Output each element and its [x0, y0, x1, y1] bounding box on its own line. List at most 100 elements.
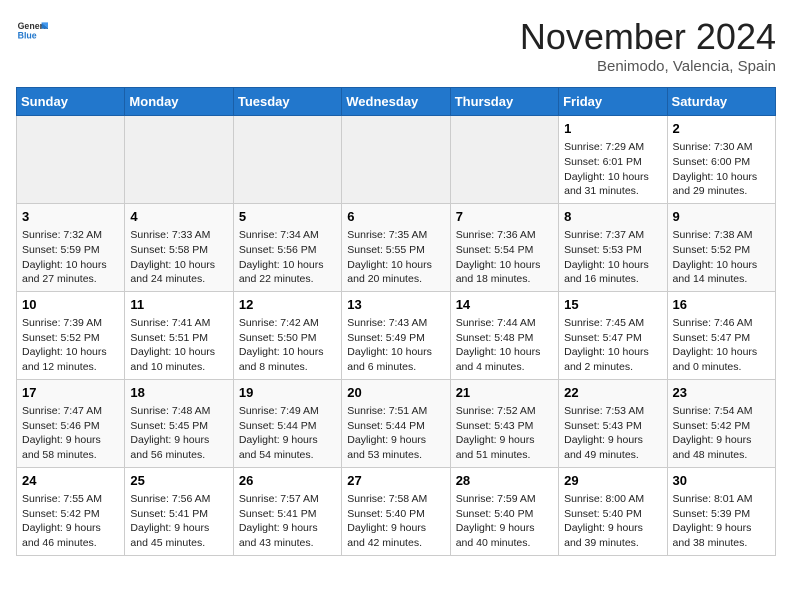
- day-info: Sunrise: 7:29 AM Sunset: 6:01 PM Dayligh…: [564, 140, 661, 199]
- day-number: 28: [456, 472, 553, 490]
- logo: General Blue: [16, 16, 48, 48]
- calendar-cell: 29 Sunrise: 8:00 AM Sunset: 5:40 PM Dayli…: [559, 467, 667, 555]
- day-number: 2: [673, 120, 770, 138]
- calendar-cell: 2 Sunrise: 7:30 AM Sunset: 6:00 PM Daylig…: [667, 116, 775, 204]
- day-number: 24: [22, 472, 119, 490]
- day-number: 26: [239, 472, 336, 490]
- calendar-week-row: 1 Sunrise: 7:29 AM Sunset: 6:01 PM Daylig…: [17, 116, 776, 204]
- calendar-week-row: 3 Sunrise: 7:32 AM Sunset: 5:59 PM Daylig…: [17, 203, 776, 291]
- day-info: Sunrise: 7:59 AM Sunset: 5:40 PM Dayligh…: [456, 492, 553, 551]
- day-number: 17: [22, 384, 119, 402]
- day-info: Sunrise: 7:56 AM Sunset: 5:41 PM Dayligh…: [130, 492, 227, 551]
- calendar-cell: 15 Sunrise: 7:45 AM Sunset: 5:47 PM Dayli…: [559, 291, 667, 379]
- day-info: Sunrise: 7:48 AM Sunset: 5:45 PM Dayligh…: [130, 404, 227, 463]
- day-number: 30: [673, 472, 770, 490]
- weekday-header-friday: Friday: [559, 88, 667, 116]
- day-info: Sunrise: 8:01 AM Sunset: 5:39 PM Dayligh…: [673, 492, 770, 551]
- calendar-cell: 22 Sunrise: 7:53 AM Sunset: 5:43 PM Dayli…: [559, 379, 667, 467]
- calendar-cell: 17Sunrise: 7:47 AM Sunset: 5:46 PM Dayli…: [17, 379, 125, 467]
- day-info: Sunrise: 7:33 AM Sunset: 5:58 PM Dayligh…: [130, 228, 227, 287]
- calendar-cell: 21Sunrise: 7:52 AM Sunset: 5:43 PM Dayli…: [450, 379, 558, 467]
- day-info: Sunrise: 7:38 AM Sunset: 5:52 PM Dayligh…: [673, 228, 770, 287]
- day-info: Sunrise: 7:45 AM Sunset: 5:47 PM Dayligh…: [564, 316, 661, 375]
- day-number: 22: [564, 384, 661, 402]
- calendar-cell: 8 Sunrise: 7:37 AM Sunset: 5:53 PM Daylig…: [559, 203, 667, 291]
- day-number: 16: [673, 296, 770, 314]
- day-number: 5: [239, 208, 336, 226]
- calendar-cell: 14 Sunrise: 7:44 AM Sunset: 5:48 PM Dayli…: [450, 291, 558, 379]
- calendar-week-row: 10 Sunrise: 7:39 AM Sunset: 5:52 PM Dayli…: [17, 291, 776, 379]
- day-info: Sunrise: 7:41 AM Sunset: 5:51 PM Dayligh…: [130, 316, 227, 375]
- calendar-cell: 3 Sunrise: 7:32 AM Sunset: 5:59 PM Daylig…: [17, 203, 125, 291]
- calendar-cell: [450, 116, 558, 204]
- calendar-cell: 16 Sunrise: 7:46 AM Sunset: 5:47 PM Dayli…: [667, 291, 775, 379]
- calendar-cell: 24 Sunrise: 7:55 AM Sunset: 5:42 PM Dayli…: [17, 467, 125, 555]
- calendar-cell: [342, 116, 450, 204]
- calendar-cell: 1 Sunrise: 7:29 AM Sunset: 6:01 PM Daylig…: [559, 116, 667, 204]
- calendar-cell: 28 Sunrise: 7:59 AM Sunset: 5:40 PM Dayli…: [450, 467, 558, 555]
- day-number: 7: [456, 208, 553, 226]
- day-info: Sunrise: 7:51 AM Sunset: 5:44 PM Dayligh…: [347, 404, 444, 463]
- calendar-cell: 26 Sunrise: 7:57 AM Sunset: 5:41 PM Dayli…: [233, 467, 341, 555]
- calendar-cell: [17, 116, 125, 204]
- day-info: Sunrise: 7:34 AM Sunset: 5:56 PM Dayligh…: [239, 228, 336, 287]
- weekday-header-tuesday: Tuesday: [233, 88, 341, 116]
- day-info: Sunrise: 7:55 AM Sunset: 5:42 PM Dayligh…: [22, 492, 119, 551]
- day-info: Sunrise: 7:49 AM Sunset: 5:44 PM Dayligh…: [239, 404, 336, 463]
- calendar-cell: 12 Sunrise: 7:42 AM Sunset: 5:50 PM Dayli…: [233, 291, 341, 379]
- day-number: 12: [239, 296, 336, 314]
- calendar-table: SundayMondayTuesdayWednesdayThursdayFrid…: [16, 87, 776, 556]
- logo-icon: General Blue: [16, 16, 48, 48]
- day-number: 20: [347, 384, 444, 402]
- calendar-cell: 6Sunrise: 7:35 AM Sunset: 5:55 PM Daylig…: [342, 203, 450, 291]
- day-info: Sunrise: 7:30 AM Sunset: 6:00 PM Dayligh…: [673, 140, 770, 199]
- calendar-cell: 25Sunrise: 7:56 AM Sunset: 5:41 PM Dayli…: [125, 467, 233, 555]
- calendar-cell: 23 Sunrise: 7:54 AM Sunset: 5:42 PM Dayli…: [667, 379, 775, 467]
- month-title: November 2024: [520, 16, 776, 58]
- day-number: 13: [347, 296, 444, 314]
- calendar-week-row: 17Sunrise: 7:47 AM Sunset: 5:46 PM Dayli…: [17, 379, 776, 467]
- title-block: November 2024 Benimodo, Valencia, Spain: [520, 16, 776, 75]
- day-info: Sunrise: 7:54 AM Sunset: 5:42 PM Dayligh…: [673, 404, 770, 463]
- day-number: 18: [130, 384, 227, 402]
- day-info: Sunrise: 8:00 AM Sunset: 5:40 PM Dayligh…: [564, 492, 661, 551]
- day-info: Sunrise: 7:44 AM Sunset: 5:48 PM Dayligh…: [456, 316, 553, 375]
- day-info: Sunrise: 7:46 AM Sunset: 5:47 PM Dayligh…: [673, 316, 770, 375]
- calendar-cell: 11 Sunrise: 7:41 AM Sunset: 5:51 PM Dayli…: [125, 291, 233, 379]
- calendar-cell: 9Sunrise: 7:38 AM Sunset: 5:52 PM Daylig…: [667, 203, 775, 291]
- day-number: 3: [22, 208, 119, 226]
- calendar-cell: [125, 116, 233, 204]
- calendar-cell: 27 Sunrise: 7:58 AM Sunset: 5:40 PM Dayli…: [342, 467, 450, 555]
- day-info: Sunrise: 7:35 AM Sunset: 5:55 PM Dayligh…: [347, 228, 444, 287]
- day-info: Sunrise: 7:32 AM Sunset: 5:59 PM Dayligh…: [22, 228, 119, 287]
- day-info: Sunrise: 7:52 AM Sunset: 5:43 PM Dayligh…: [456, 404, 553, 463]
- day-number: 14: [456, 296, 553, 314]
- weekday-header-thursday: Thursday: [450, 88, 558, 116]
- weekday-header-wednesday: Wednesday: [342, 88, 450, 116]
- day-info: Sunrise: 7:39 AM Sunset: 5:52 PM Dayligh…: [22, 316, 119, 375]
- weekday-header-monday: Monday: [125, 88, 233, 116]
- day-number: 8: [564, 208, 661, 226]
- day-info: Sunrise: 7:36 AM Sunset: 5:54 PM Dayligh…: [456, 228, 553, 287]
- day-info: Sunrise: 7:57 AM Sunset: 5:41 PM Dayligh…: [239, 492, 336, 551]
- weekday-header-sunday: Sunday: [17, 88, 125, 116]
- day-number: 15: [564, 296, 661, 314]
- day-number: 27: [347, 472, 444, 490]
- calendar-cell: 4Sunrise: 7:33 AM Sunset: 5:58 PM Daylig…: [125, 203, 233, 291]
- day-number: 1: [564, 120, 661, 138]
- day-info: Sunrise: 7:42 AM Sunset: 5:50 PM Dayligh…: [239, 316, 336, 375]
- day-number: 29: [564, 472, 661, 490]
- calendar-cell: 30 Sunrise: 8:01 AM Sunset: 5:39 PM Dayli…: [667, 467, 775, 555]
- day-number: 10: [22, 296, 119, 314]
- calendar-cell: 10 Sunrise: 7:39 AM Sunset: 5:52 PM Dayli…: [17, 291, 125, 379]
- calendar-cell: [233, 116, 341, 204]
- day-info: Sunrise: 7:53 AM Sunset: 5:43 PM Dayligh…: [564, 404, 661, 463]
- day-info: Sunrise: 7:37 AM Sunset: 5:53 PM Dayligh…: [564, 228, 661, 287]
- day-number: 23: [673, 384, 770, 402]
- day-info: Sunrise: 7:58 AM Sunset: 5:40 PM Dayligh…: [347, 492, 444, 551]
- day-number: 19: [239, 384, 336, 402]
- calendar-week-row: 24 Sunrise: 7:55 AM Sunset: 5:42 PM Dayli…: [17, 467, 776, 555]
- calendar-cell: 5 Sunrise: 7:34 AM Sunset: 5:56 PM Daylig…: [233, 203, 341, 291]
- weekday-header-saturday: Saturday: [667, 88, 775, 116]
- day-number: 11: [130, 296, 227, 314]
